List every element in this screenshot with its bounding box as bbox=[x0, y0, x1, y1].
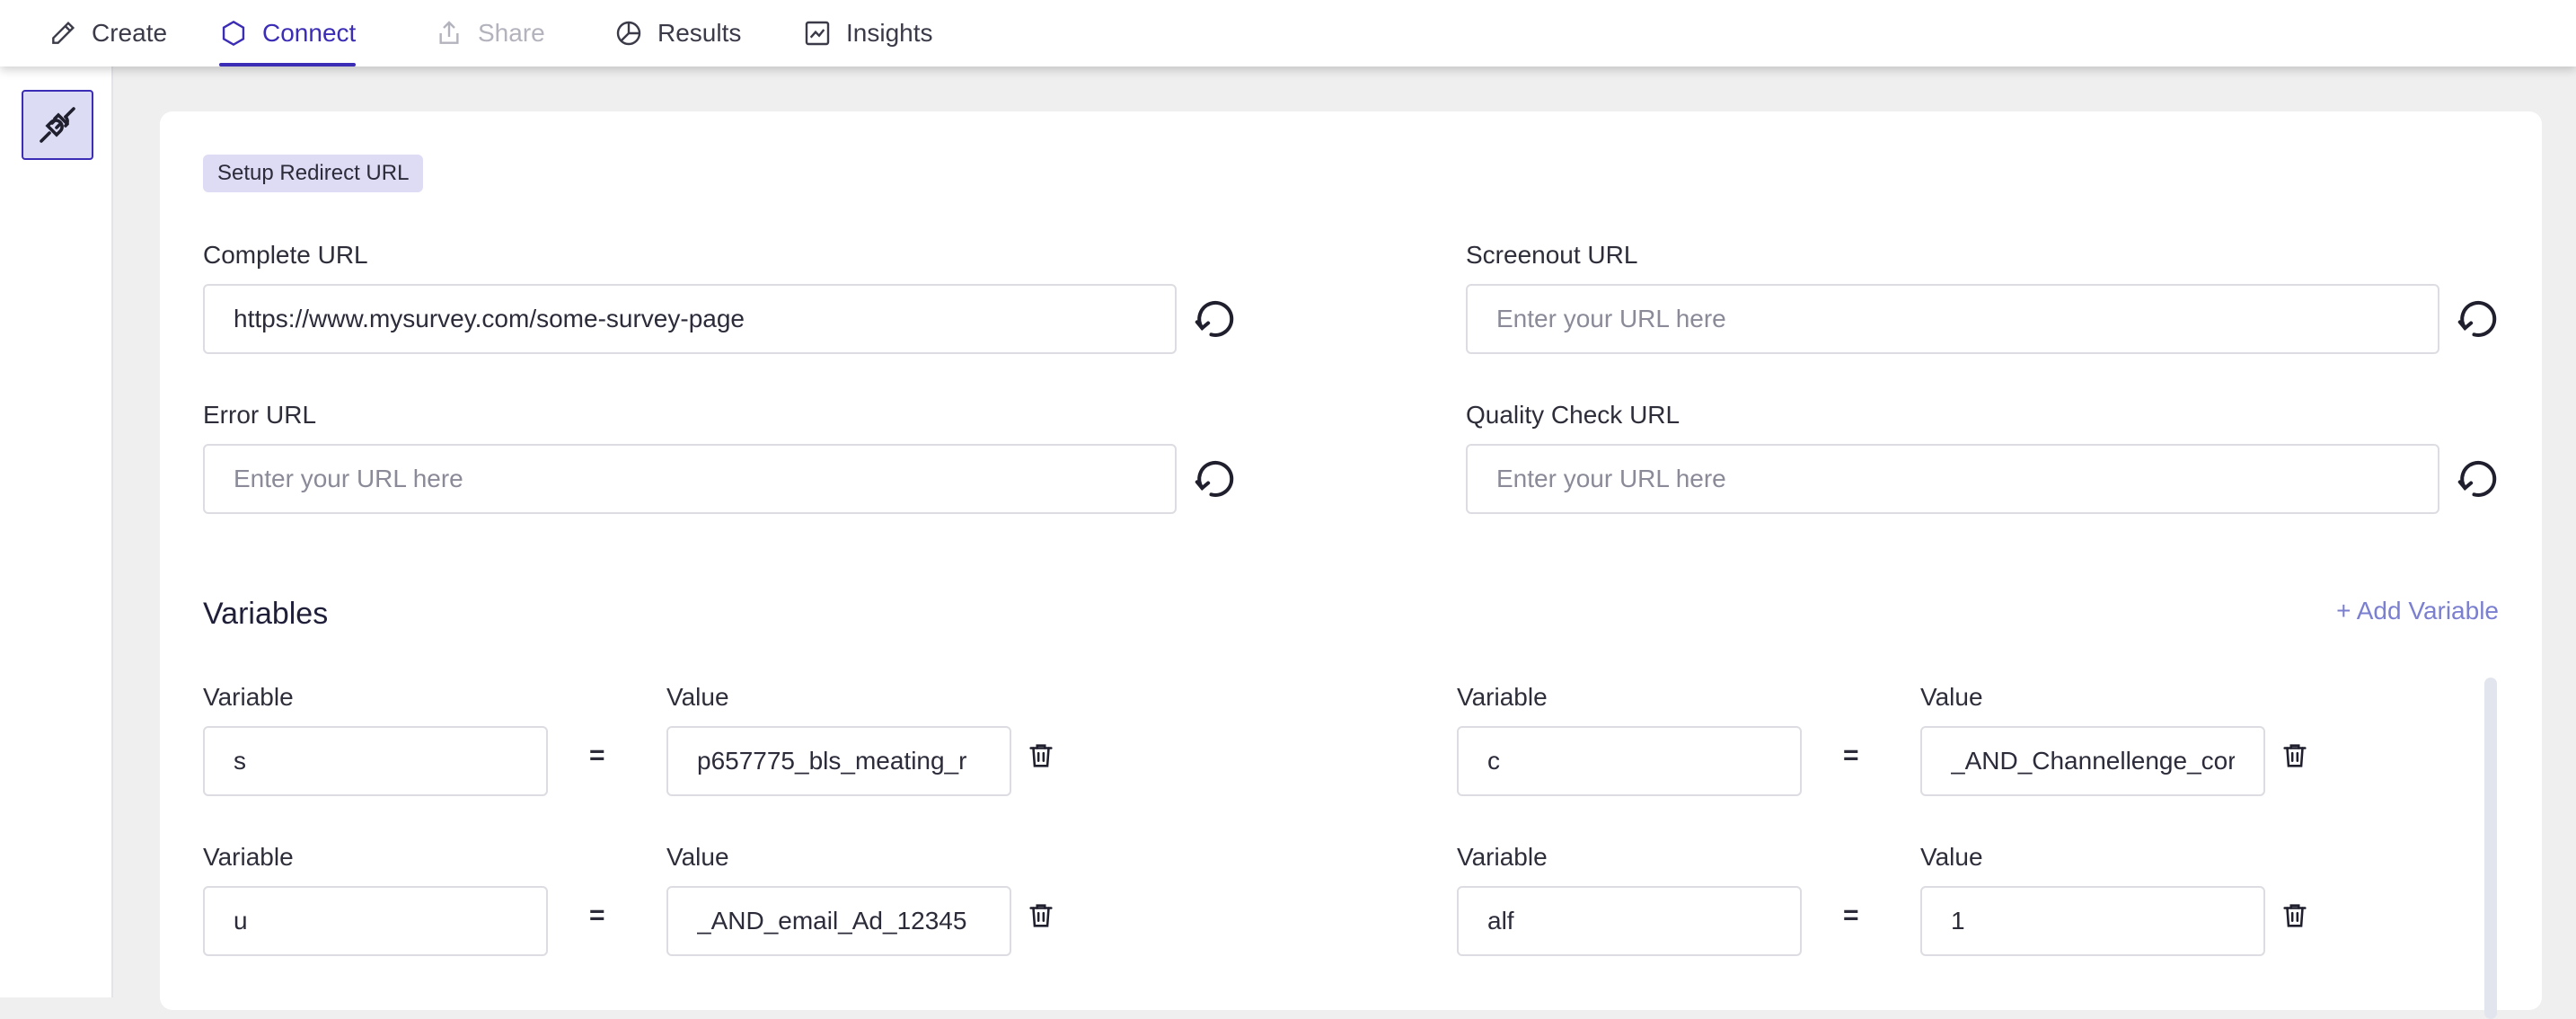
share-icon bbox=[439, 21, 459, 44]
screenout-url-label: Screenout URL bbox=[1466, 241, 1638, 269]
plug-icon bbox=[40, 107, 75, 143]
variable-input[interactable] bbox=[203, 726, 548, 796]
tab-label: Create bbox=[92, 19, 168, 47]
reset-icon[interactable] bbox=[1191, 295, 1239, 343]
value-input[interactable] bbox=[666, 726, 1011, 796]
value-input[interactable] bbox=[1920, 886, 2265, 956]
variable-label: Variable bbox=[1457, 683, 1548, 711]
error-url-label: Error URL bbox=[203, 401, 317, 429]
reset-icon[interactable] bbox=[2454, 295, 2502, 343]
variable-input[interactable] bbox=[1457, 726, 1802, 796]
complete-url-input[interactable] bbox=[203, 284, 1177, 354]
tab-create[interactable]: Create bbox=[49, 0, 167, 66]
variable-label: Variable bbox=[203, 683, 294, 711]
value-label: Value bbox=[666, 683, 729, 711]
tab-label: Connect bbox=[262, 19, 357, 47]
variable-label: Variable bbox=[203, 843, 294, 871]
variable-label: Variable bbox=[1457, 843, 1548, 871]
tab-share[interactable]: Share bbox=[435, 0, 545, 66]
screenout-url-input[interactable] bbox=[1466, 284, 2439, 354]
value-label: Value bbox=[666, 843, 729, 871]
integration-button[interactable] bbox=[22, 90, 93, 160]
error-url-input[interactable] bbox=[203, 444, 1177, 514]
pie-chart-icon bbox=[616, 21, 641, 46]
add-variable-link[interactable]: + Add Variable bbox=[2336, 597, 2499, 625]
pencil-icon bbox=[52, 21, 75, 44]
complete-url-label: Complete URL bbox=[203, 241, 368, 269]
equals-sign: = bbox=[589, 740, 605, 770]
equals-sign: = bbox=[1843, 900, 1859, 930]
tab-results[interactable]: Results bbox=[614, 0, 741, 66]
tab-label: Share bbox=[478, 19, 545, 47]
tab-connect[interactable]: Connect bbox=[219, 0, 357, 66]
trash-icon[interactable] bbox=[2280, 900, 2310, 931]
variable-input[interactable] bbox=[1457, 886, 1802, 956]
redirect-card: Setup Redirect URL Complete URL Screenou… bbox=[160, 111, 2542, 1019]
equals-sign: = bbox=[1843, 740, 1859, 770]
trash-icon[interactable] bbox=[2280, 740, 2310, 771]
equals-sign: = bbox=[589, 900, 605, 930]
variable-input[interactable] bbox=[203, 886, 548, 956]
tab-label: Results bbox=[657, 19, 742, 47]
line-chart-icon bbox=[805, 21, 830, 46]
left-rail bbox=[0, 66, 113, 997]
section-chip: Setup Redirect URL bbox=[203, 155, 424, 192]
tab-label: Insights bbox=[846, 19, 933, 47]
value-input[interactable] bbox=[666, 886, 1011, 956]
quality-check-url-input[interactable] bbox=[1466, 444, 2439, 514]
tab-insights[interactable]: Insights bbox=[803, 0, 933, 66]
top-nav: Create Connect Share Results Insights bbox=[0, 0, 2576, 66]
quality-check-url-label: Quality Check URL bbox=[1466, 401, 1681, 429]
value-label: Value bbox=[1920, 683, 1983, 711]
trash-icon[interactable] bbox=[1026, 740, 1056, 771]
value-input[interactable] bbox=[1920, 726, 2265, 796]
reset-icon[interactable] bbox=[2454, 455, 2502, 503]
trash-icon[interactable] bbox=[1026, 900, 1056, 931]
variables-title: Variables bbox=[203, 597, 329, 631]
value-label: Value bbox=[1920, 843, 1983, 871]
hexagon-icon bbox=[222, 20, 245, 47]
reset-icon[interactable] bbox=[1191, 455, 1239, 503]
variables-scrollbar[interactable] bbox=[2484, 678, 2497, 1019]
